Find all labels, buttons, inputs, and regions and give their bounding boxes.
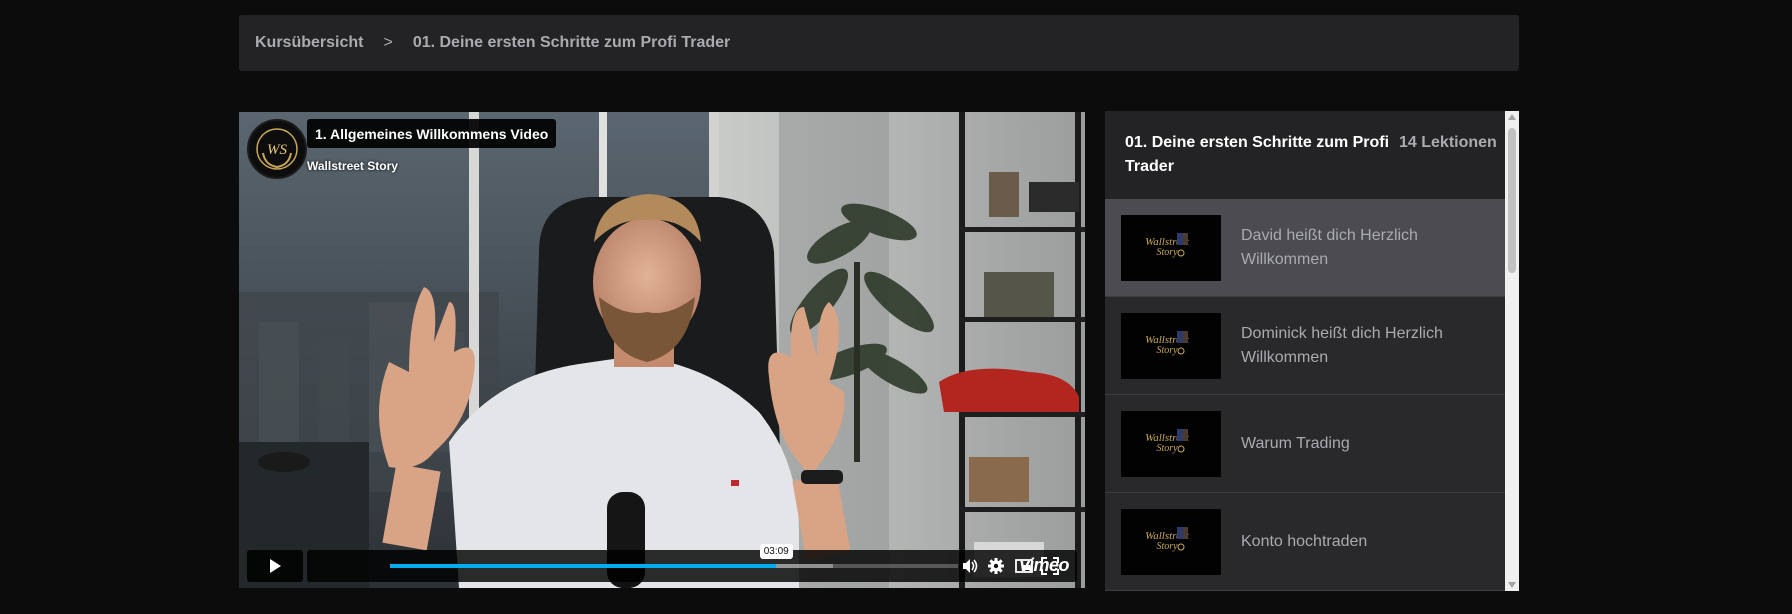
volume-icon[interactable] [961, 557, 979, 575]
channel-logo[interactable]: WS [247, 119, 307, 179]
lesson-item-warum-trading[interactable]: Wallstreet Story Warum Trading [1105, 395, 1505, 493]
scroll-thumb[interactable] [1508, 128, 1516, 273]
wallstreet-story-thumbnail-icon: Wallstreet Story [1145, 331, 1190, 356]
lesson-label: Dominick heißt dich Herzlich Willkommen [1241, 324, 1443, 366]
sidebar-scrollbar[interactable] [1505, 111, 1519, 591]
svg-text:Story: Story [1156, 345, 1178, 356]
lesson-label: Warum Trading [1241, 434, 1350, 452]
svg-text:WS: WS [267, 142, 287, 158]
wallstreet-story-thumbnail-icon: Wallstreet Story [1145, 429, 1190, 454]
video-channel-name[interactable]: Wallstreet Story [307, 159, 398, 173]
module-title: 01. Deine ersten Schritte zum Profi Trad… [1125, 134, 1390, 175]
player-controls: 03:09 vimeo [247, 544, 1077, 582]
svg-text:Story: Story [1156, 247, 1178, 258]
settings-icon[interactable] [987, 557, 1005, 575]
lesson-sidebar: 01. Deine ersten Schritte zum Profi Trad… [1105, 111, 1519, 591]
video-title[interactable]: 1. Allgemeines Willkommens Video [307, 119, 557, 148]
progress-bar[interactable]: 03:09 [390, 544, 958, 568]
sidebar-header: 01. Deine ersten Schritte zum Profi Trad… [1105, 111, 1505, 199]
lesson-item-dominick[interactable]: Wallstreet Story Dominick heißt dich Her… [1105, 297, 1505, 395]
svg-text:Story: Story [1156, 443, 1178, 454]
wallstreet-story-logo-icon: WS [256, 128, 298, 170]
breadcrumb-current-module: 01. Deine ersten Schritte zum Profi Trad… [412, 34, 731, 51]
breadcrumb-course-overview-link[interactable]: Kursübersicht [255, 34, 363, 52]
vimeo-logo[interactable]: vimeo [1019, 555, 1069, 576]
lesson-item-david[interactable]: Wallstreet Story David heißt dich Herzli… [1105, 199, 1505, 297]
scroll-up-arrow-icon[interactable] [1508, 114, 1516, 120]
video-player[interactable]: WS 1. Allgemeines Willkommens Video Wall… [239, 112, 1085, 588]
breadcrumb-separator: > [383, 34, 393, 51]
control-bar: 03:09 vimeo [307, 544, 1077, 582]
lesson-thumbnail: Wallstreet Story [1121, 411, 1221, 477]
play-button[interactable] [247, 550, 303, 582]
lesson-thumbnail: Wallstreet Story [1121, 509, 1221, 575]
scroll-down-arrow-icon[interactable] [1508, 582, 1516, 588]
lesson-label: Konto hochtraden [1241, 532, 1368, 550]
video-frame [239, 112, 1085, 588]
svg-text:Story: Story [1156, 541, 1178, 552]
play-icon [270, 559, 281, 573]
breadcrumb: Kursübersicht > 01. Deine ersten Schritt… [239, 15, 1519, 71]
wallstreet-story-thumbnail-icon: Wallstreet Story [1145, 527, 1190, 552]
lesson-label: David heißt dich Herzlich Willkommen [1241, 226, 1418, 268]
time-tooltip: 03:09 [759, 544, 793, 559]
lesson-thumbnail: Wallstreet Story [1121, 215, 1221, 281]
wallstreet-story-thumbnail-icon: Wallstreet Story [1145, 233, 1190, 258]
progress-played [390, 564, 777, 568]
lesson-count: 14 Lektionen [1399, 134, 1497, 151]
lesson-thumbnail: Wallstreet Story [1121, 313, 1221, 379]
lesson-item-konto-hochtraden[interactable]: Wallstreet Story Konto hochtraden [1105, 493, 1505, 591]
